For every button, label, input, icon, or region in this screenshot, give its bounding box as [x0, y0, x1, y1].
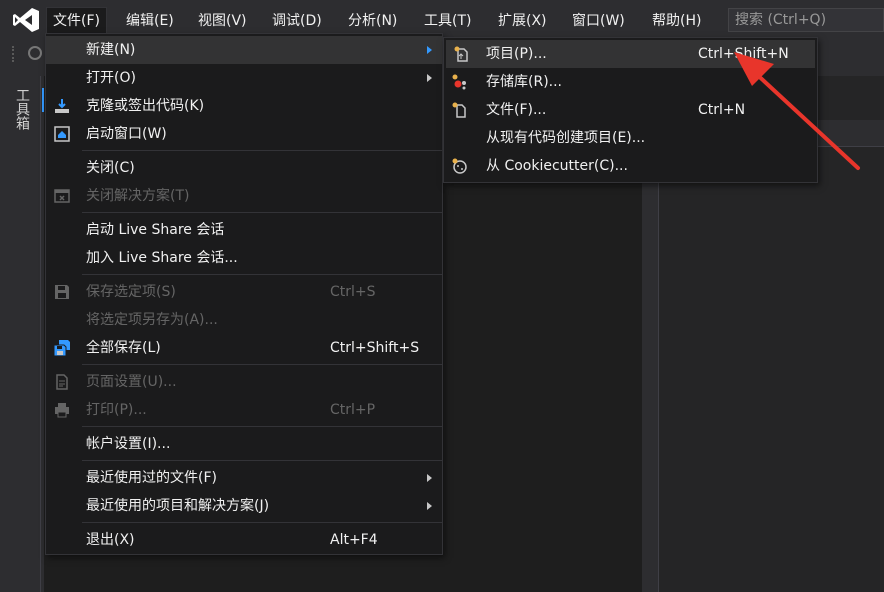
menu-item-label: 退出(X)	[86, 532, 135, 548]
menu-item-save-selected: 保存选定项(S) Ctrl+S	[46, 278, 442, 306]
menu-item-label: 文件(F)...	[486, 102, 547, 118]
menu-item-label: 加入 Live Share 会话...	[86, 250, 238, 266]
menu-item-start-window[interactable]: 启动窗口(W)	[46, 120, 442, 148]
menu-separator	[82, 274, 442, 275]
menu-debug[interactable]: 调试(D)	[266, 8, 328, 34]
menu-item-label: 全部保存(L)	[86, 340, 161, 356]
menu-item-label: 启动 Live Share 会话	[86, 222, 225, 238]
tool-window-strip	[0, 76, 41, 592]
submenu-arrow-icon	[427, 46, 432, 54]
toolbar-grip-handle[interactable]	[12, 46, 20, 62]
menu-file[interactable]: 文件(F)	[46, 7, 107, 34]
menu-separator	[82, 460, 442, 461]
menu-item-label: 从 Cookiecutter(C)...	[486, 158, 628, 174]
visual-studio-logo-icon[interactable]	[12, 7, 40, 33]
menu-item-save-as: 将选定项另存为(A)...	[46, 306, 442, 334]
menu-item-shortcut: Ctrl+Shift+N	[698, 46, 789, 62]
file-menu: 新建(N) 打开(O) 克隆或签出代码(K) 启动窗口(W) 关闭(C) 关闭解…	[45, 33, 443, 555]
menu-item-label: 将选定项另存为(A)...	[86, 312, 218, 328]
submenu-item-file[interactable]: 文件(F)... Ctrl+N	[444, 96, 817, 124]
submenu-item-from-existing-code[interactable]: 从现有代码创建项目(E)...	[444, 124, 817, 152]
menu-item-close[interactable]: 关闭(C)	[46, 154, 442, 182]
nav-back-icon[interactable]	[28, 46, 42, 60]
menu-item-label: 克隆或签出代码(K)	[86, 98, 205, 114]
menu-item-shortcut: Alt+F4	[330, 532, 378, 548]
menu-separator	[82, 212, 442, 213]
menu-item-save-all[interactable]: 全部保存(L) Ctrl+Shift+S	[46, 334, 442, 362]
menu-item-shortcut: Ctrl+N	[698, 102, 746, 118]
menu-item-label: 帐户设置(I)...	[86, 436, 171, 452]
save-icon	[55, 285, 69, 299]
menu-item-join-live-share[interactable]: 加入 Live Share 会话...	[46, 244, 442, 272]
menu-item-label: 最近使用的项目和解决方案(J)	[86, 498, 270, 514]
new-file-icon	[452, 102, 466, 118]
menu-window[interactable]: 窗口(W)	[566, 8, 631, 34]
menu-item-label: 打开(O)	[86, 70, 136, 86]
menu-separator	[82, 426, 442, 427]
toolbox-tab[interactable]: 工具箱	[8, 88, 30, 130]
menu-item-exit[interactable]: 退出(X) Alt+F4	[46, 526, 442, 554]
menu-item-start-live-share[interactable]: 启动 Live Share 会话	[46, 216, 442, 244]
menu-item-shortcut: Ctrl+P	[330, 402, 376, 418]
start-window-home-icon	[54, 126, 70, 142]
new-project-icon	[454, 46, 468, 62]
menu-tools[interactable]: 工具(T)	[418, 8, 477, 34]
cookiecutter-icon	[452, 158, 467, 174]
menu-item-label: 保存选定项(S)	[86, 284, 176, 300]
menu-separator	[82, 522, 442, 523]
submenu-item-cookiecutter[interactable]: 从 Cookiecutter(C)...	[444, 152, 817, 180]
menu-item-clone[interactable]: 克隆或签出代码(K)	[46, 92, 442, 120]
menu-item-page-setup: 页面设置(U)...	[46, 368, 442, 396]
printer-icon	[55, 403, 69, 418]
menu-item-print: 打印(P)... Ctrl+P	[46, 396, 442, 424]
menu-item-close-solution: 关闭解决方案(T)	[46, 182, 442, 210]
menu-item-recent-files[interactable]: 最近使用过的文件(F)	[46, 464, 442, 492]
menu-item-label: 打印(P)...	[86, 402, 147, 418]
menu-item-new[interactable]: 新建(N)	[46, 36, 442, 64]
close-solution-icon	[54, 189, 70, 203]
search-input[interactable]: 搜索 (Ctrl+Q)	[728, 8, 884, 32]
submenu-arrow-icon	[427, 502, 432, 510]
menu-item-label: 关闭(C)	[86, 160, 135, 176]
menu-help[interactable]: 帮助(H)	[646, 8, 707, 34]
new-repository-icon	[452, 74, 466, 90]
menu-item-shortcut: Ctrl+Shift+S	[330, 340, 420, 356]
new-submenu: 项目(P)... Ctrl+Shift+N 存储库(R)... 文件(F)...…	[443, 37, 818, 183]
menu-item-recent-projects[interactable]: 最近使用的项目和解决方案(J)	[46, 492, 442, 520]
menu-item-account-settings[interactable]: 帐户设置(I)...	[46, 430, 442, 458]
menu-item-label: 项目(P)...	[486, 46, 547, 62]
menu-view[interactable]: 视图(V)	[192, 8, 253, 34]
menu-item-label: 启动窗口(W)	[86, 126, 167, 142]
submenu-item-project[interactable]: 项目(P)... Ctrl+Shift+N	[446, 40, 815, 68]
submenu-arrow-icon	[427, 474, 432, 482]
clone-download-icon	[55, 99, 69, 113]
page-setup-icon	[56, 374, 68, 390]
menu-separator	[82, 150, 442, 151]
menu-extensions[interactable]: 扩展(X)	[492, 8, 553, 34]
submenu-arrow-icon	[427, 74, 432, 82]
menu-separator	[82, 364, 442, 365]
menu-item-label: 存储库(R)...	[486, 74, 563, 90]
menu-item-label: 页面设置(U)...	[86, 374, 177, 390]
menu-item-label: 从现有代码创建项目(E)...	[486, 130, 646, 146]
menu-item-label: 关闭解决方案(T)	[86, 188, 190, 204]
submenu-item-repository[interactable]: 存储库(R)...	[444, 68, 817, 96]
menu-item-shortcut: Ctrl+S	[330, 284, 376, 300]
menu-item-open[interactable]: 打开(O)	[46, 64, 442, 92]
menu-item-label: 最近使用过的文件(F)	[86, 470, 217, 486]
menu-item-label: 新建(N)	[86, 42, 136, 58]
menu-analyze[interactable]: 分析(N)	[342, 8, 403, 34]
menu-edit[interactable]: 编辑(E)	[120, 8, 180, 34]
save-all-icon	[54, 340, 70, 356]
